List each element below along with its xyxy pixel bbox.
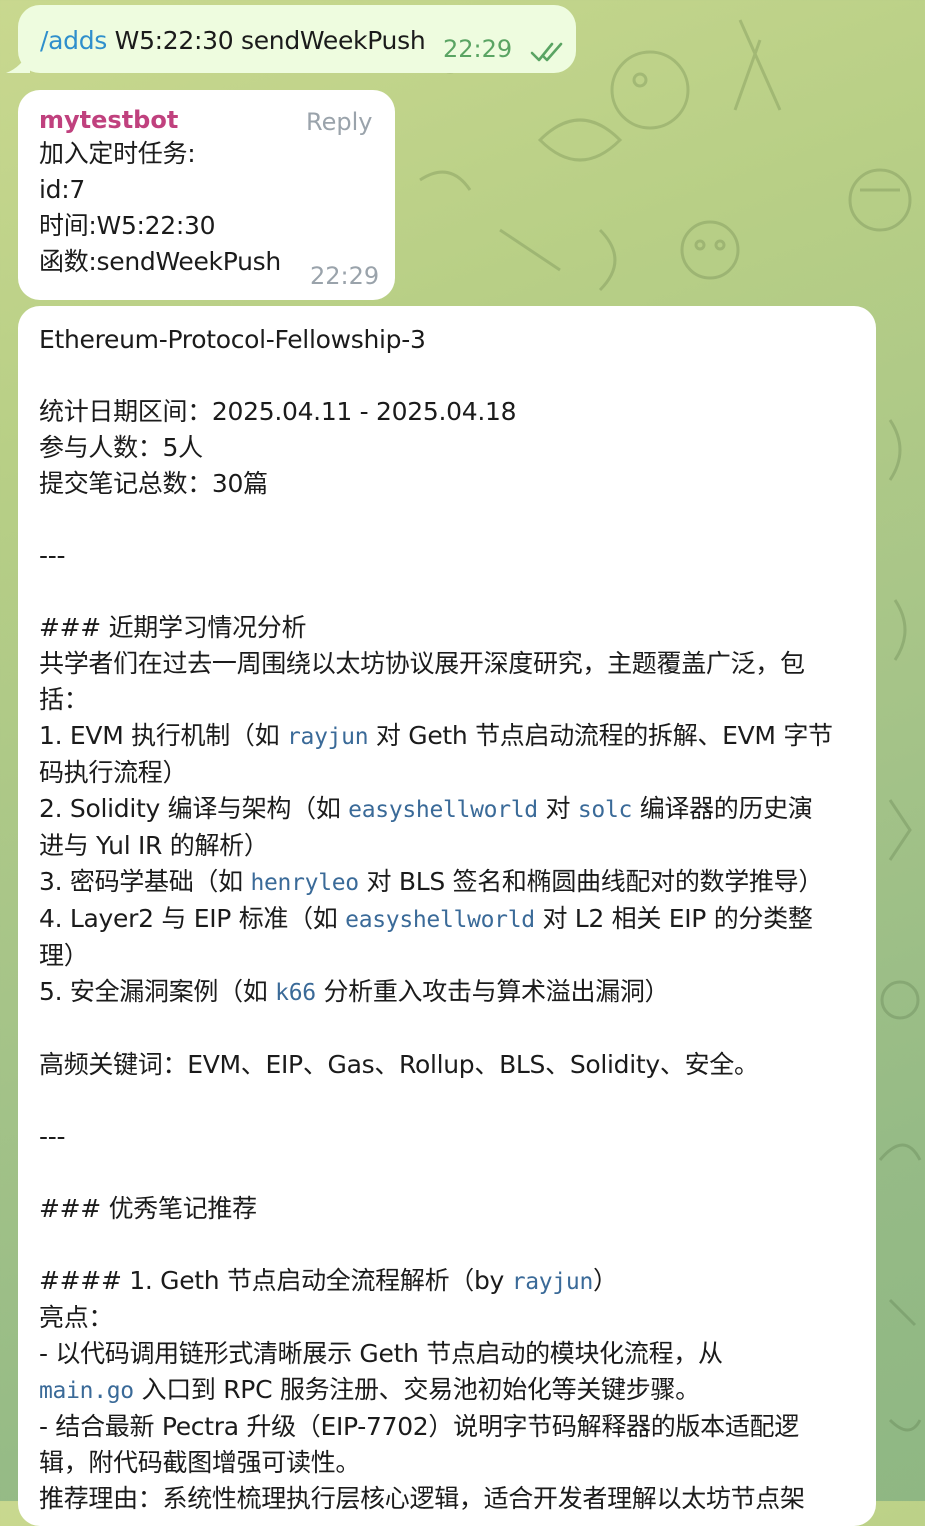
section-heading: ### 近期学习情况分析 [39, 613, 307, 642]
reply-button[interactable]: Reply [306, 108, 372, 136]
list-item: 4. Layer2 与 EIP 标准（如 easyshellworld 对 L2… [39, 904, 813, 933]
participants: 参与人数：5人 [39, 433, 203, 462]
highlights-label: 亮点： [39, 1303, 114, 1332]
bullet-item: - 结合最新 Pectra 升级（EIP-7702）说明字节码解释器的版本适配逻 [39, 1412, 799, 1441]
separator: --- [39, 541, 66, 570]
bot-command-link[interactable]: /adds [40, 26, 107, 55]
bullet-item: - 以代码调用链形式清晰展示 Geth 节点启动的模块化流程，从 [39, 1339, 723, 1368]
code-span[interactable]: solc [578, 797, 633, 823]
notes-total: 提交笔记总数：30篇 [39, 469, 268, 498]
mention-link[interactable]: easyshellworld [345, 907, 535, 933]
report-title: Ethereum-Protocol-Fellowship-3 [39, 325, 426, 354]
bullet-item-cont: 辑，附代码截图增强可读性。 [39, 1448, 361, 1477]
list-item: 3. 密码学基础（如 henryleo 对 BLS 签名和椭圆曲线配对的数学推导… [39, 867, 824, 896]
mention-link[interactable]: k66 [275, 980, 316, 1006]
list-item: 1. EVM 执行机制（如 rayjun 对 Geth 节点启动流程的拆解、EV… [39, 721, 833, 750]
date-range: 统计日期区间：2025.04.11 - 2025.04.18 [39, 397, 517, 426]
double-check-icon [530, 42, 563, 62]
outgoing-message[interactable]: /adds W5:22:30 sendWeekPush 22:29 [18, 5, 576, 73]
mention-link[interactable]: rayjun [512, 1269, 594, 1295]
mention-link[interactable]: easyshellworld [348, 797, 538, 823]
list-item-cont: 进与 Yul IR 的解析） [39, 831, 269, 860]
bot-reply-message[interactable]: mytestbot Reply 加入定时任务: id:7 时间:W5:22:30… [18, 90, 395, 300]
reply-line: 加入定时任务: [39, 139, 196, 168]
note-heading: #### 1. Geth 节点启动全流程解析（by rayjun） [39, 1266, 618, 1295]
weekly-report-message[interactable]: Ethereum-Protocol-Fellowship-3 统计日期区间：20… [18, 306, 876, 1526]
reply-line: 时间:W5:22:30 [39, 211, 216, 240]
message-time: 22:29 [443, 35, 513, 63]
intro-text: 括： [39, 685, 89, 714]
reply-line: id:7 [39, 175, 85, 204]
keywords: 高频关键词：EVM、EIP、Gas、Rollup、BLS、Solidity、安全… [39, 1050, 759, 1079]
list-item: 5. 安全漏洞案例（如 k66 分析重入攻击与算术溢出漏洞） [39, 977, 670, 1006]
recommend-reason: 推荐理由：系统性梳理执行层核心逻辑，适合开发者理解以太坊节点架 [39, 1484, 805, 1513]
list-item-cont: 理） [39, 941, 89, 970]
code-span[interactable]: main.go [39, 1378, 134, 1404]
bubble-tail-outgoing [6, 49, 30, 73]
separator: --- [39, 1122, 66, 1151]
intro-text: 共学者们在过去一周围绕以太坊协议展开深度研究，主题覆盖广泛，包 [39, 649, 805, 678]
section-heading: ### 优秀笔记推荐 [39, 1194, 257, 1223]
mention-link[interactable]: henryleo [250, 870, 359, 896]
bullet-item-cont: main.go 入口到 RPC 服务注册、交易池初始化等关键步骤。 [39, 1375, 700, 1404]
list-item: 2. Solidity 编译与架构（如 easyshellworld 对 sol… [39, 794, 813, 823]
list-item-cont: 码执行流程） [39, 758, 188, 787]
message-time: 22:29 [310, 262, 380, 290]
command-args: W5:22:30 sendWeekPush [107, 26, 426, 55]
mention-link[interactable]: rayjun [287, 724, 369, 750]
